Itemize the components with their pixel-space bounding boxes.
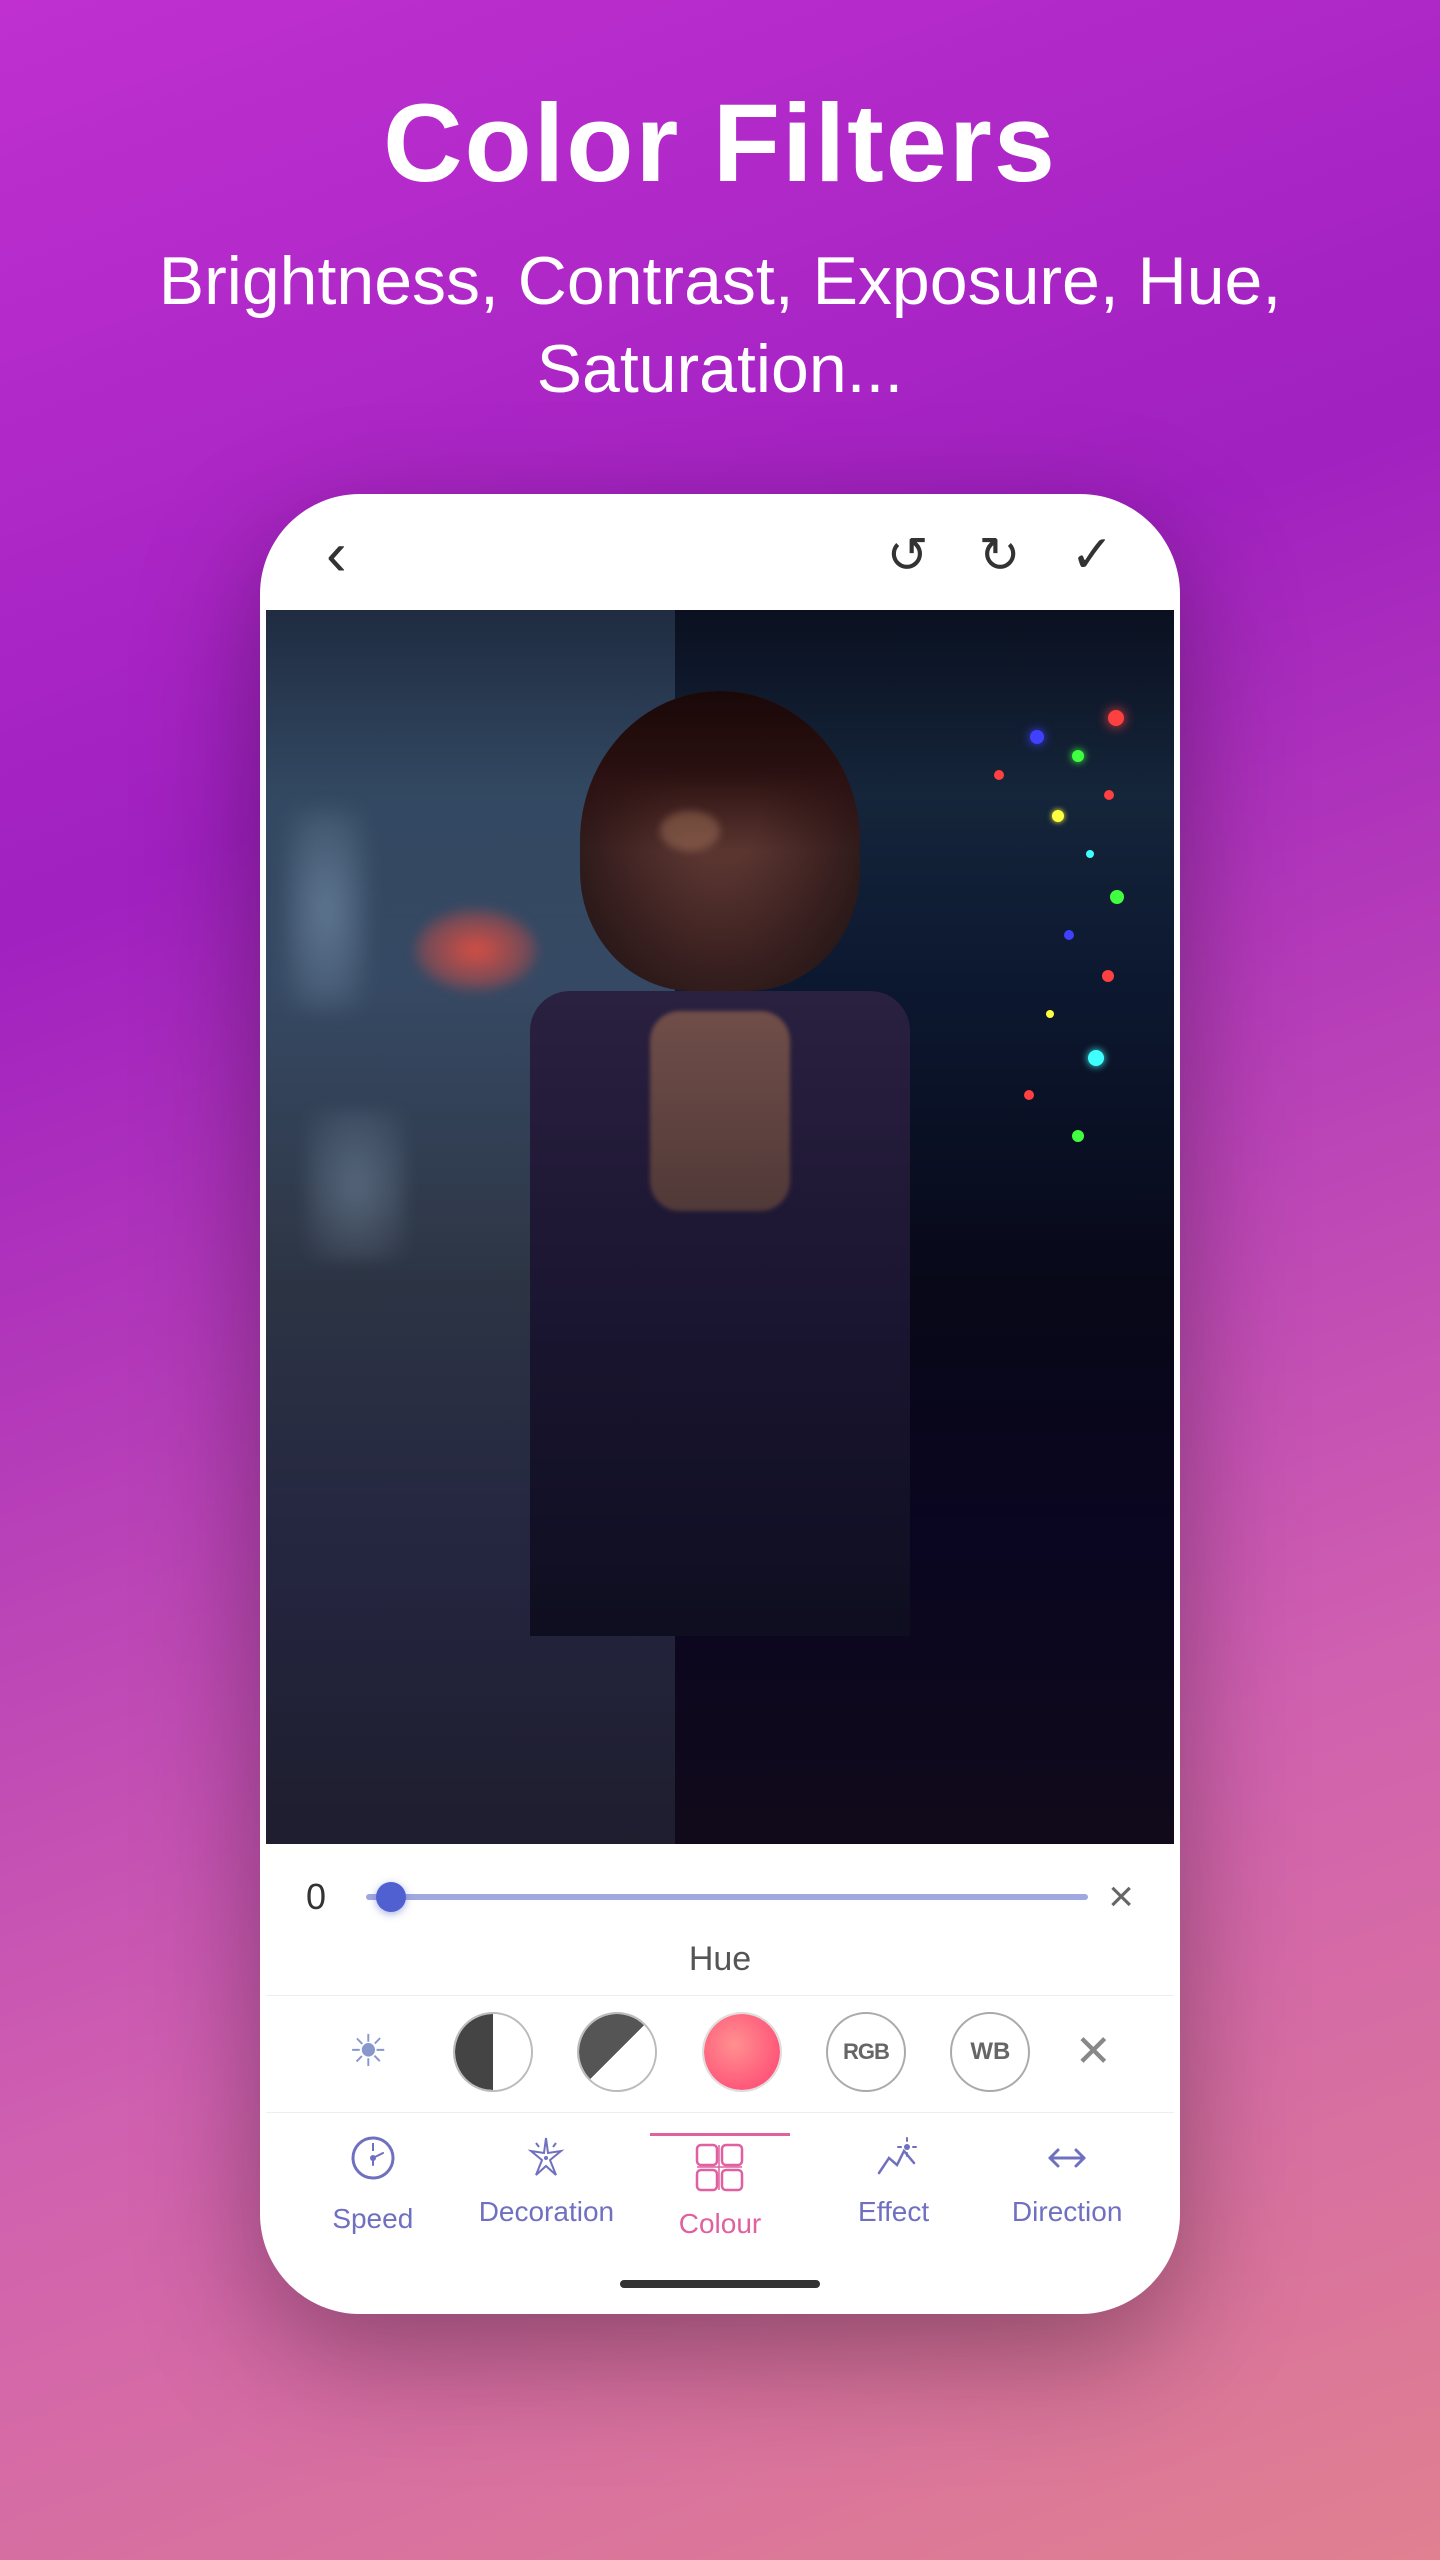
page-subtitle: Brightness, Contrast, Exposure, Hue, Sat… bbox=[0, 237, 1440, 414]
confirm-button[interactable]: ✓ bbox=[1070, 525, 1114, 585]
phone-mockup: ‹ ↺ ↻ ✓ bbox=[260, 494, 1180, 2314]
rgb-icon: RGB bbox=[843, 2039, 889, 2065]
redo-button[interactable]: ↻ bbox=[979, 526, 1021, 584]
effect-label: Effect bbox=[858, 2196, 929, 2228]
nav-item-decoration[interactable]: Decoration bbox=[476, 2133, 616, 2228]
slider-label: Hue bbox=[266, 1932, 1174, 1995]
brightness-filter-button[interactable]: ☀ bbox=[328, 2012, 408, 2092]
speed-icon bbox=[348, 2133, 398, 2195]
topbar-actions: ↺ ↻ ✓ bbox=[887, 525, 1114, 585]
slider-thumb[interactable] bbox=[376, 1882, 406, 1912]
slider-value: 0 bbox=[306, 1876, 346, 1918]
hue-slider-track[interactable] bbox=[366, 1894, 1088, 1900]
speed-label: Speed bbox=[332, 2203, 413, 2235]
hue-slider-row: 0 × bbox=[266, 1844, 1174, 1932]
colour-label: Colour bbox=[679, 2208, 761, 2240]
photo-display bbox=[266, 610, 1174, 1844]
undo-button[interactable]: ↺ bbox=[887, 526, 929, 584]
nav-item-speed[interactable]: Speed bbox=[303, 2133, 443, 2235]
bottom-nav: Speed Decoration bbox=[266, 2112, 1174, 2270]
sun-icon: ☀ bbox=[348, 2026, 387, 2077]
nav-item-effect[interactable]: Effect bbox=[824, 2133, 964, 2228]
back-button[interactable]: ‹ bbox=[326, 519, 347, 590]
direction-label: Direction bbox=[1012, 2196, 1122, 2228]
decoration-label: Decoration bbox=[479, 2196, 614, 2228]
wb-filter-button[interactable]: WB bbox=[950, 2012, 1030, 2092]
home-bar bbox=[620, 2280, 820, 2288]
filter-close-button[interactable]: ✕ bbox=[1075, 2026, 1112, 2077]
phone-frame: ‹ ↺ ↻ ✓ bbox=[260, 494, 1180, 2314]
exposure-filter-button[interactable] bbox=[577, 2012, 657, 2092]
bottom-panel: 0 × Hue ☀ bbox=[266, 1844, 1174, 2308]
colour-icon bbox=[692, 2140, 747, 2200]
wb-icon: WB bbox=[970, 2038, 1010, 2066]
nav-item-direction[interactable]: Direction bbox=[997, 2133, 1137, 2228]
effect-icon bbox=[869, 2133, 919, 2188]
nav-item-colour[interactable]: Colour bbox=[650, 2133, 790, 2240]
home-indicator bbox=[266, 2270, 1174, 2308]
phone-topbar: ‹ ↺ ↻ ✓ bbox=[266, 500, 1174, 610]
slider-close-button[interactable]: × bbox=[1108, 1872, 1134, 1922]
decoration-icon bbox=[521, 2133, 571, 2188]
rgb-filter-button[interactable]: RGB bbox=[826, 2012, 906, 2092]
page-title: Color Filters bbox=[383, 80, 1057, 207]
hue-filter-button[interactable] bbox=[702, 2012, 782, 2092]
contrast-filter-button[interactable] bbox=[453, 2012, 533, 2092]
filter-icons-row: ☀ RGB WB bbox=[266, 1995, 1174, 2112]
direction-icon bbox=[1042, 2133, 1092, 2188]
